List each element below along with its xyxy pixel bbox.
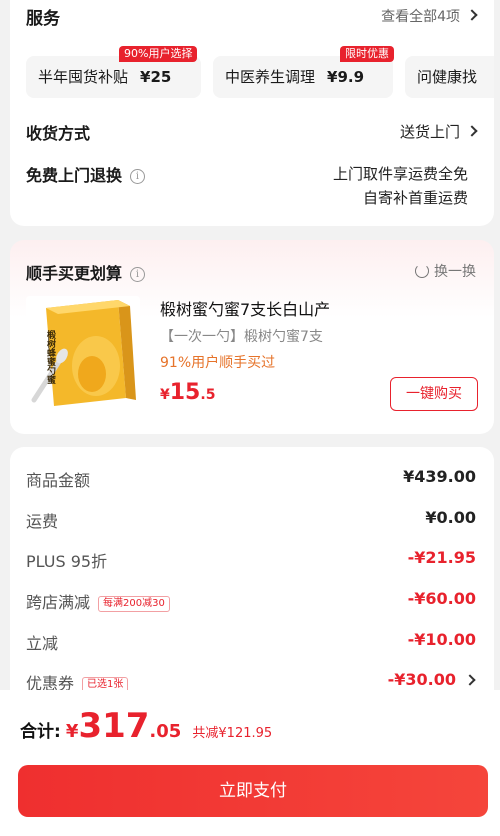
order-total: 合计: ¥317.05 共减¥121.95	[20, 706, 272, 746]
amount-row-cross-store: 跨店满减 每满200减30 -¥60.00	[26, 589, 476, 613]
product-image[interactable]: 椴树蜂蜜勺蜜	[26, 296, 140, 410]
addon-title-text: 顺手买更划算	[26, 264, 123, 283]
service-chip-price: ¥25	[140, 68, 172, 86]
total-decimal: .05	[149, 721, 182, 742]
chevron-right-icon	[464, 674, 476, 686]
total-symbol: ¥	[65, 721, 79, 742]
services-title: 服务	[26, 9, 60, 29]
product-stat: 91%用户顺手买过	[160, 355, 276, 371]
one-click-buy-button[interactable]: 一键购买	[390, 377, 478, 411]
promo-tag: 每满200减30	[98, 596, 170, 612]
chevron-right-icon	[466, 9, 478, 21]
service-chip-health[interactable]: 问健康找	[405, 56, 494, 98]
delivery-label: 收货方式	[26, 124, 91, 143]
amount-row-subtotal: 商品金额 ¥439.00	[26, 467, 476, 491]
amount-value: -¥60.00	[407, 589, 476, 608]
free-return-label: 免费上门退换 i	[26, 162, 146, 186]
delivery-method-value: 送货上门	[399, 123, 460, 141]
return-policy-text: 上门取件享运费全免 自寄补首重运费	[333, 162, 468, 210]
view-all-services-link[interactable]: 查看全部4项	[381, 6, 478, 26]
delivery-method-selector[interactable]: 送货上门	[399, 121, 478, 142]
amount-label: 立减	[26, 634, 59, 653]
product-price: ¥15.5	[160, 380, 215, 405]
amount-row-instant-off: 立减 -¥10.00	[26, 630, 476, 654]
addon-title: 顺手买更划算 i	[26, 260, 146, 284]
amount-breakdown-card: 商品金额 ¥439.00 运费 ¥0.00 PLUS 95折 -¥21.95 跨…	[10, 447, 494, 707]
view-all-label: 查看全部4项	[381, 9, 460, 25]
pay-now-button[interactable]: 立即支付	[18, 765, 488, 817]
return-policy-line2: 自寄补首重运费	[362, 189, 468, 207]
amount-row-plus-discount: PLUS 95折 -¥21.95	[26, 548, 476, 572]
swap-label: 换一换	[434, 264, 476, 280]
amount-value: -¥30.00	[387, 670, 456, 689]
amount-label: 商品金额	[26, 471, 91, 490]
product-name[interactable]: 椴树蜜勺蜜7支长白山产	[160, 296, 330, 320]
product-subtitle: 【一次一勺】椴树勺蜜7支	[160, 329, 323, 345]
amount-label: 运费	[26, 512, 59, 531]
total-label: 合计:	[20, 722, 61, 742]
price-integer: 15	[169, 380, 201, 405]
box-brand-text: 椴树蜂蜜勺蜜	[45, 329, 56, 385]
total-saved: 共减¥121.95	[192, 726, 273, 741]
info-icon[interactable]: i	[130, 267, 146, 282]
addon-card: 顺手买更划算 i 换一换 椴树蜂蜜勺蜜 椴树蜜勺蜜7支长白山产 【一次一勺】椴树勺…	[10, 240, 494, 434]
amount-label: PLUS 95折	[26, 552, 108, 571]
services-card: 服务 查看全部4项 半年囤货补贴 ¥25 90%用户选择 中医养生调理 ¥9.9 限…	[10, 0, 494, 226]
total-integer: 317	[78, 706, 150, 746]
service-chip-badge: 限时优惠	[340, 46, 394, 62]
amount-value: -¥21.95	[407, 548, 476, 567]
amount-value: ¥0.00	[425, 508, 476, 527]
service-chip-label: 问健康找	[417, 68, 478, 86]
service-chip-tcm[interactable]: 中医养生调理 ¥9.9	[213, 56, 393, 98]
amount-row-shipping: 运费 ¥0.00	[26, 508, 476, 532]
service-chip-label: 中医养生调理	[225, 68, 316, 86]
chevron-right-icon	[466, 125, 478, 137]
amount-value: ¥439.00	[403, 467, 476, 486]
price-symbol: ¥	[160, 387, 170, 403]
return-policy-line1: 上门取件享运费全免	[332, 165, 468, 183]
amount-value: -¥10.00	[407, 630, 476, 649]
checkout-bar: 合计: ¥317.05 共减¥121.95 立即支付	[0, 690, 500, 836]
service-chip-price: ¥9.9	[327, 68, 365, 86]
amount-label: 跨店满减	[26, 593, 91, 612]
price-decimal: .5	[200, 387, 216, 403]
info-icon[interactable]: i	[130, 169, 146, 184]
swap-button[interactable]: 换一换	[415, 261, 476, 281]
honey-box-illustration: 椴树蜂蜜勺蜜	[26, 296, 140, 410]
refresh-icon	[415, 264, 429, 278]
service-chip-label: 半年囤货补贴	[38, 68, 129, 86]
service-chip-badge: 90%用户选择	[119, 46, 198, 62]
amount-label-with-tag: 跨店满减 每满200减30	[26, 589, 170, 613]
service-chip-stockup[interactable]: 半年囤货补贴 ¥25	[26, 56, 201, 98]
free-return-text: 免费上门退换	[26, 166, 123, 185]
